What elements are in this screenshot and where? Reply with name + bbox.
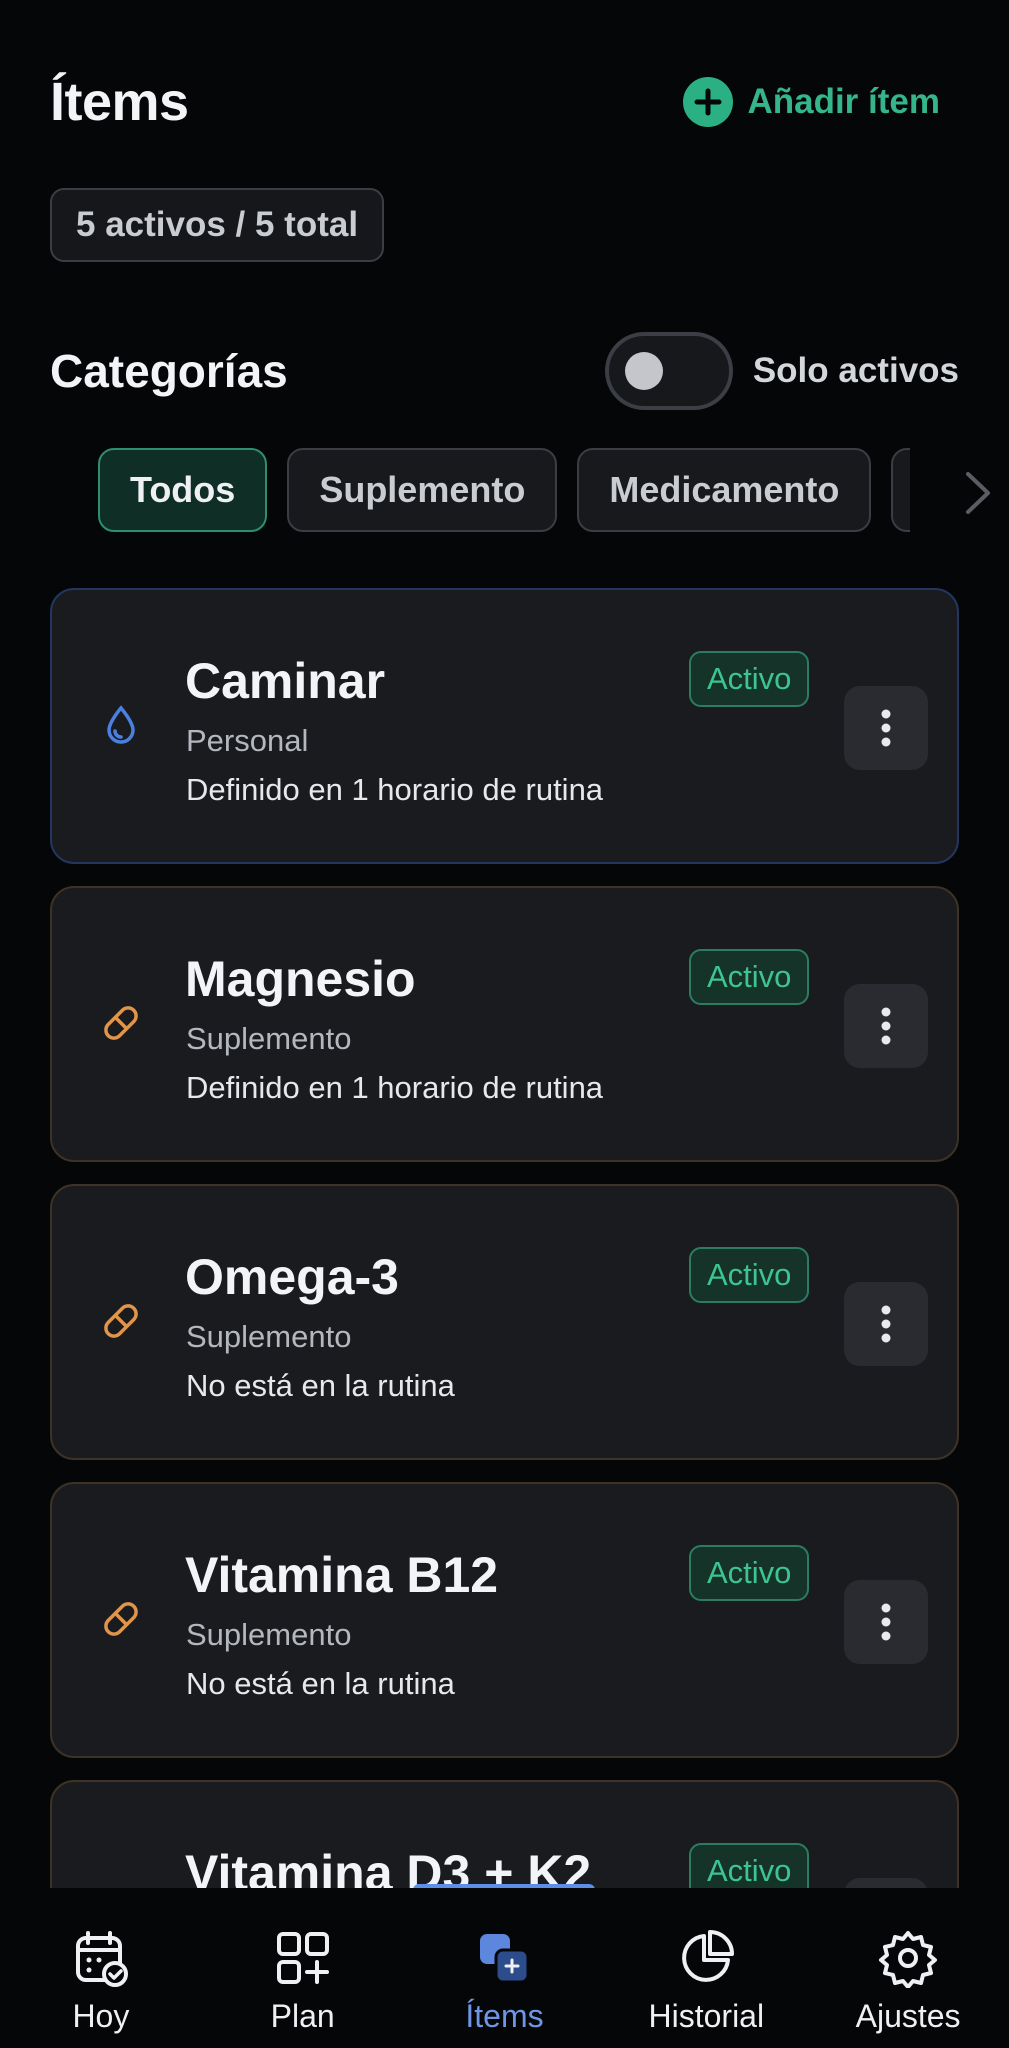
categories-title: Categorías: [50, 345, 288, 397]
item-routine: No está en la rutina: [186, 1666, 455, 1701]
item-menu-button[interactable]: [844, 1878, 928, 1888]
plus-circle-icon: [683, 77, 734, 127]
chip-todos[interactable]: Todos: [98, 448, 268, 532]
nav-plan[interactable]: Plan: [202, 1888, 404, 2048]
only-active-label: Solo activos: [752, 351, 959, 390]
nav-items[interactable]: Ítems: [404, 1888, 606, 2048]
gear-icon: [879, 1931, 938, 1988]
nav-label: Ajustes: [855, 1998, 961, 2034]
more-vertical-icon: [881, 709, 891, 747]
pie-chart-icon: [682, 1930, 735, 1982]
only-active-toggle[interactable]: [604, 332, 733, 410]
nav-label: Hoy: [72, 1998, 130, 2034]
item-menu-button[interactable]: [844, 984, 928, 1068]
item-category: Suplemento: [186, 1319, 352, 1354]
add-item-button[interactable]: Añadir ítem: [683, 77, 940, 127]
nav-label: Historial: [648, 1998, 765, 2034]
item-card[interactable]: Magnesio Suplemento Definido en 1 horari…: [50, 886, 959, 1162]
page-title: Ítems: [50, 72, 189, 132]
items-count-chip: 5 activos / 5 total: [50, 188, 385, 262]
add-item-label: Añadir ítem: [747, 82, 940, 121]
item-routine: Definido en 1 horario de rutina: [186, 772, 604, 807]
item-name: Vitamina D3 + K2: [185, 1845, 592, 1888]
item-routine: No está en la rutina: [186, 1368, 455, 1403]
item-menu-button[interactable]: [844, 686, 928, 770]
only-active-filter: Solo activos: [604, 332, 959, 410]
status-badge: Activo: [689, 1247, 810, 1303]
categories-header: Categorías Solo activos: [50, 330, 959, 412]
drop-icon: [107, 705, 135, 744]
pill-icon: [104, 1006, 138, 1040]
item-card[interactable]: Caminar Personal Definido en 1 horario d…: [50, 588, 959, 864]
more-vertical-icon: [881, 1007, 891, 1045]
more-vertical-icon: [881, 1305, 891, 1343]
grid-plus-icon: [276, 1932, 329, 1984]
nav-ajustes[interactable]: Ajustes: [807, 1888, 1009, 2048]
item-name: Magnesio: [185, 951, 416, 1007]
status-badge: Activo: [689, 1545, 810, 1601]
item-category: Suplemento: [186, 1021, 352, 1056]
items-screen: Ítems Añadir ítem 5 activos / 5 total Ca…: [0, 0, 1009, 2048]
status-badge: Activo: [689, 1843, 810, 1888]
pill-icon: [104, 1304, 138, 1338]
nav-historial[interactable]: Historial: [605, 1888, 807, 2048]
bottom-nav: Hoy Plan Ítems Historial Ajustes: [0, 1888, 1009, 2048]
item-card[interactable]: Vitamina B12 Suplemento No está en la ru…: [50, 1482, 959, 1758]
calendar-check-icon: [75, 1931, 128, 1987]
item-card[interactable]: Omega-3 Suplemento No está en la rutina …: [50, 1184, 959, 1460]
chip-suplemento[interactable]: Suplemento: [287, 448, 558, 532]
nav-label: Plan: [270, 1998, 335, 2034]
item-name: Omega-3: [185, 1249, 399, 1305]
nav-hoy[interactable]: Hoy: [0, 1888, 202, 2048]
toggle-knob: [624, 352, 663, 390]
chevron-right-icon[interactable]: [958, 468, 998, 518]
item-name: Vitamina B12: [185, 1547, 499, 1603]
items-icon: [480, 1934, 530, 1984]
item-menu-button[interactable]: [844, 1282, 928, 1366]
items-list: Caminar Personal Definido en 1 horario d…: [50, 588, 959, 1888]
more-vertical-icon: [881, 1603, 891, 1641]
item-category: Personal: [186, 723, 309, 758]
item-name: Caminar: [185, 653, 386, 709]
category-chips: Todos Suplemento Medicamento: [98, 448, 910, 534]
chip-more[interactable]: [891, 448, 910, 532]
status-badge: Activo: [689, 949, 810, 1005]
status-badge: Activo: [689, 651, 810, 707]
item-menu-button[interactable]: [844, 1580, 928, 1664]
chip-medicamento[interactable]: Medicamento: [577, 448, 872, 532]
header: Ítems Añadir ítem: [50, 62, 959, 142]
nav-label: Ítems: [465, 1998, 544, 2034]
item-category: Suplemento: [186, 1617, 352, 1652]
item-routine: Definido en 1 horario de rutina: [186, 1070, 604, 1105]
pill-icon: [104, 1602, 138, 1636]
item-card[interactable]: Vitamina D3 + K2 Activo: [50, 1780, 959, 1888]
